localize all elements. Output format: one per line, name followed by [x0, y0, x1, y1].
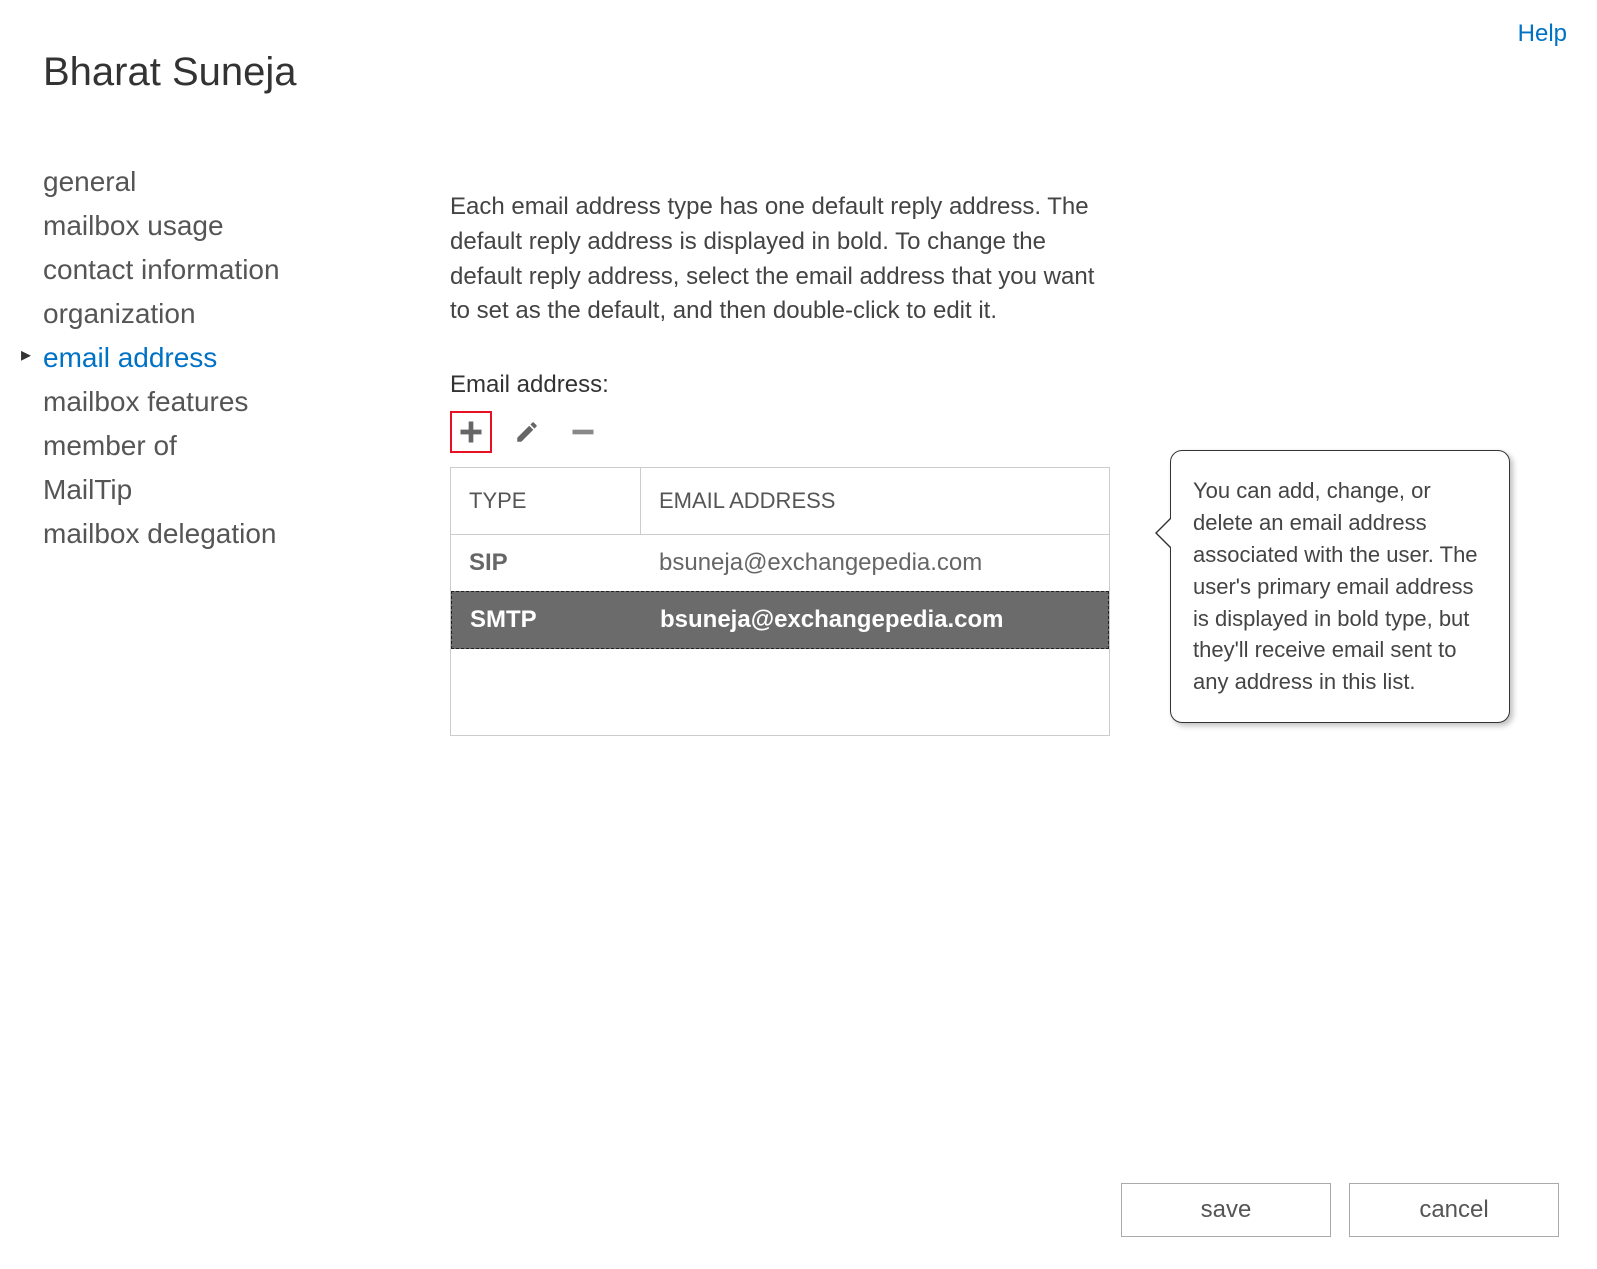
column-header-type[interactable]: TYPE — [451, 468, 641, 534]
sidebar-item-mailbox-usage[interactable]: mailbox usage — [43, 204, 323, 248]
column-header-email[interactable]: EMAIL ADDRESS — [641, 468, 1109, 534]
cell-email: bsuneja@exchangepedia.com — [641, 545, 1109, 581]
cell-email: bsuneja@exchangepedia.com — [642, 602, 1108, 638]
remove-button[interactable] — [562, 411, 604, 453]
description-text: Each email address type has one default … — [450, 190, 1110, 329]
pencil-icon — [514, 419, 540, 445]
toolbar — [450, 411, 1110, 453]
table-header: TYPE EMAIL ADDRESS — [451, 468, 1109, 535]
sidebar-item-mailbox-delegation[interactable]: mailbox delegation — [43, 512, 323, 556]
plus-icon — [457, 418, 485, 446]
help-link[interactable]: Help — [1518, 20, 1567, 48]
save-button[interactable]: save — [1121, 1183, 1331, 1237]
table-body: SIP bsuneja@exchangepedia.com SMTP bsune… — [451, 535, 1109, 735]
table-row[interactable]: SIP bsuneja@exchangepedia.com — [451, 535, 1109, 591]
sidebar-item-contact-information[interactable]: contact information — [43, 248, 323, 292]
help-callout: You can add, change, or delete an email … — [1170, 450, 1510, 723]
edit-button[interactable] — [506, 411, 548, 453]
cell-type: SMTP — [452, 602, 642, 638]
cell-type: SIP — [451, 545, 641, 581]
sidebar-item-general[interactable]: general — [43, 160, 323, 204]
sidebar-item-member-of[interactable]: member of — [43, 424, 323, 468]
table-row[interactable]: SMTP bsuneja@exchangepedia.com — [451, 591, 1109, 649]
cancel-button[interactable]: cancel — [1349, 1183, 1559, 1237]
sidebar-item-email-address[interactable]: email address — [43, 336, 323, 380]
help-callout-text: You can add, change, or delete an email … — [1193, 478, 1478, 694]
main-panel: Each email address type has one default … — [450, 190, 1110, 736]
sidebar: general mailbox usage contact informatio… — [43, 160, 323, 556]
email-address-table: TYPE EMAIL ADDRESS SIP bsuneja@exchangep… — [450, 467, 1110, 736]
sidebar-item-mailbox-features[interactable]: mailbox features — [43, 380, 323, 424]
sidebar-item-mailtip[interactable]: MailTip — [43, 468, 323, 512]
minus-icon — [569, 418, 597, 446]
footer: save cancel — [1121, 1183, 1559, 1237]
page-title: Bharat Suneja — [43, 50, 297, 95]
sidebar-item-organization[interactable]: organization — [43, 292, 323, 336]
add-button[interactable] — [450, 411, 492, 453]
field-label-email-address: Email address: — [450, 371, 1110, 399]
